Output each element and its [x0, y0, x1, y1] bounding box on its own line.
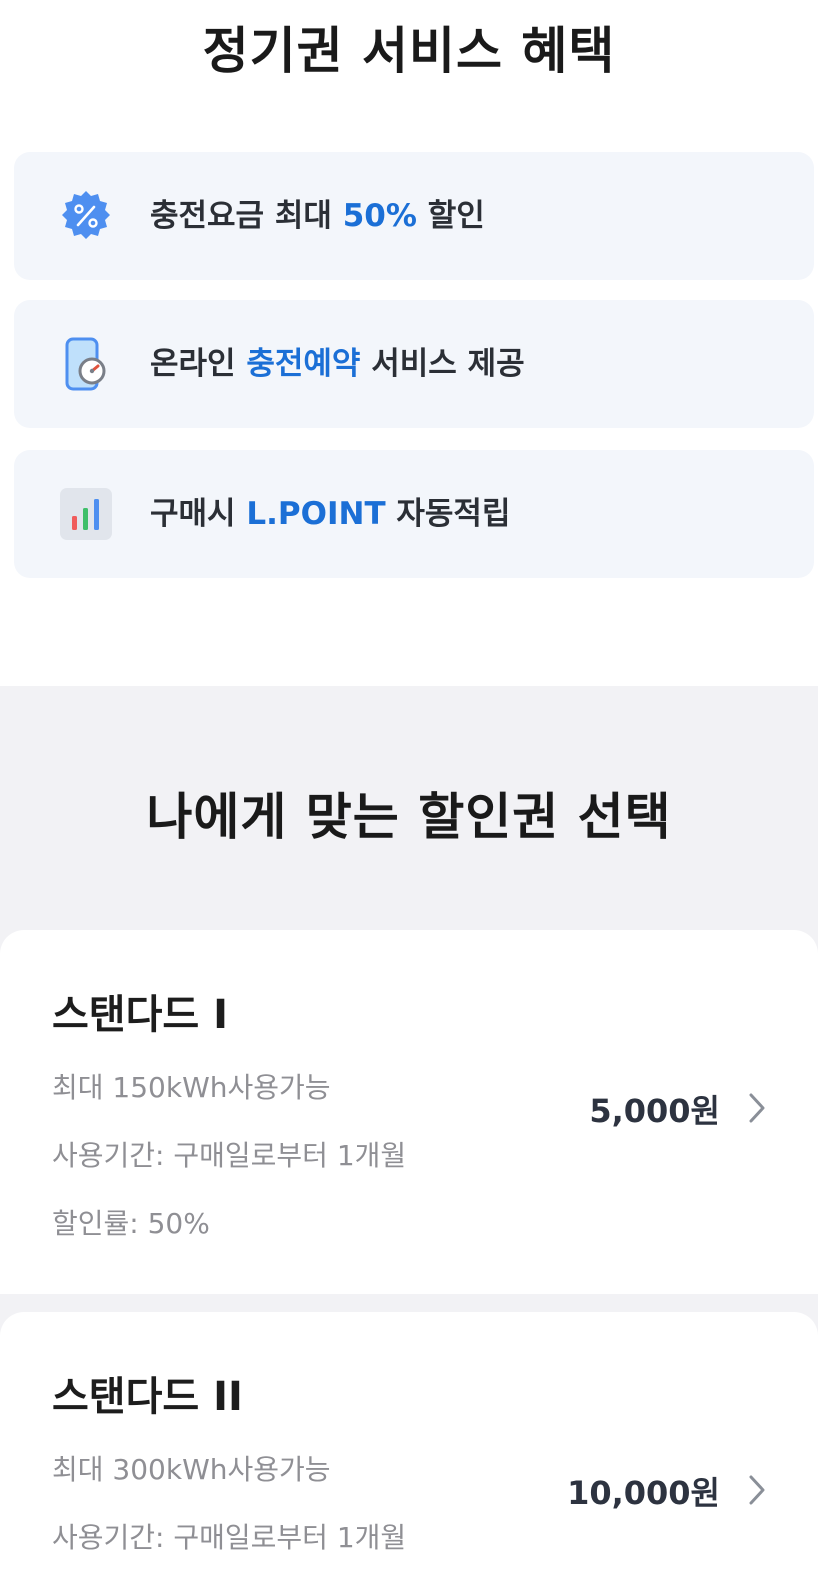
- plan-price: 5,000원: [589, 1092, 720, 1130]
- plan-card-standard-2[interactable]: 스탠다드 II 최대 300kWh사용가능 사용기간: 구매일로부터 1개월 1…: [0, 1312, 818, 1570]
- plan-card-standard-1[interactable]: 스탠다드 I 최대 150kWh사용가능 사용기간: 구매일로부터 1개월 할인…: [0, 930, 818, 1294]
- benefit-card-discount: 충전요금 최대 50% 할인: [14, 152, 814, 280]
- plan-name: 스탠다드 I: [52, 992, 229, 1038]
- benefit-card-lpoint: 구매시 L.POINT 자동적립: [14, 450, 814, 578]
- plan-price: 10,000원: [567, 1474, 720, 1512]
- benefit-card-reservation: 온라인 충전예약 서비스 제공: [14, 300, 814, 428]
- plan-period: 사용기간: 구매일로부터 1개월: [52, 1521, 407, 1554]
- phone-gauge-icon: [65, 337, 106, 391]
- plan-capacity: 최대 300kWh사용가능: [52, 1453, 331, 1486]
- plan-discount-rate: 할인률: 50%: [52, 1207, 210, 1240]
- plan-capacity: 최대 150kWh사용가능: [52, 1071, 331, 1104]
- plan-period: 사용기간: 구매일로부터 1개월: [52, 1139, 407, 1172]
- benefits-section: 정기권 서비스 혜택 충전요금 최대 50% 할인 온라인 충전예약 서비스 제…: [0, 0, 818, 686]
- bar-chart-icon: [60, 488, 112, 540]
- benefit-text-lpoint: 구매시 L.POINT 자동적립: [150, 496, 511, 532]
- plans-section: 나에게 맞는 할인권 선택 스탠다드 I 최대 150kWh사용가능 사용기간:…: [0, 686, 818, 1570]
- benefit-text-discount: 충전요금 최대 50% 할인: [150, 198, 485, 234]
- plans-title: 나에게 맞는 할인권 선택: [146, 788, 672, 846]
- chevron-right-icon[interactable]: [746, 1090, 768, 1126]
- benefits-title: 정기권 서비스 혜택: [202, 22, 616, 80]
- percent-badge-icon: [62, 191, 110, 239]
- benefit-text-reservation: 온라인 충전예약 서비스 제공: [150, 346, 525, 382]
- chevron-right-icon[interactable]: [746, 1472, 768, 1508]
- plan-name: 스탠다드 II: [52, 1374, 243, 1420]
